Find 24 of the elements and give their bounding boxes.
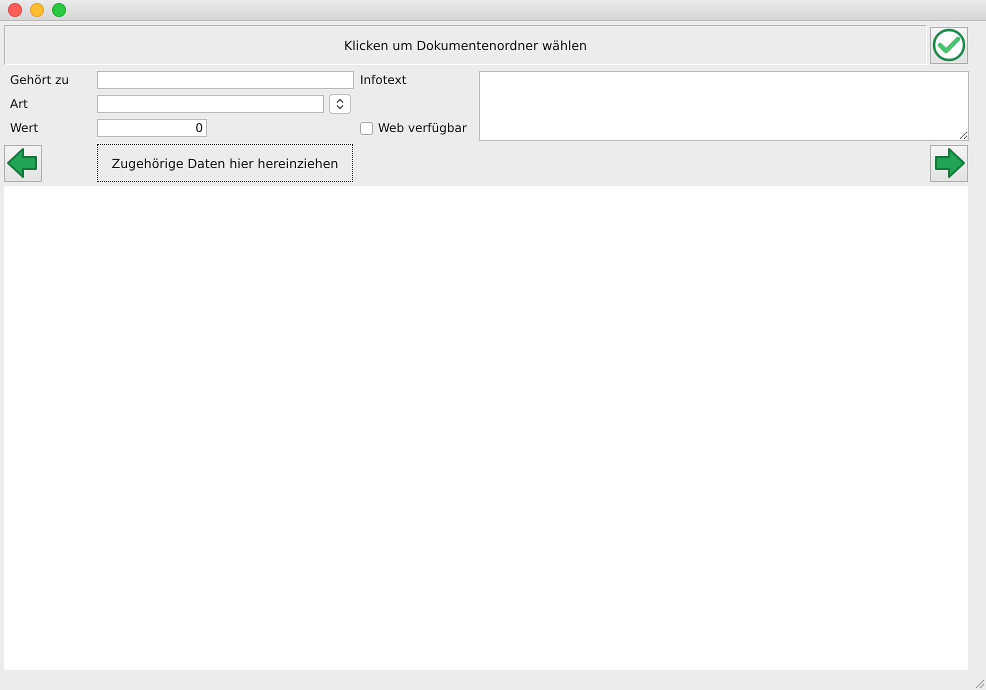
field-label: Art	[9, 97, 29, 111]
next-button[interactable]	[930, 144, 968, 182]
text-field[interactable]	[97, 71, 354, 89]
infotext-field[interactable]	[479, 71, 969, 141]
close-icon[interactable]	[8, 3, 22, 17]
left-arrow-icon	[6, 147, 40, 179]
drop-zone-button[interactable]: Zugehörige Daten hier hereinziehen	[97, 144, 353, 182]
checkmark-icon	[932, 28, 966, 62]
checkbox-label[interactable]: Web verfügbar	[378, 121, 467, 135]
checkbox[interactable]	[360, 122, 373, 134]
folder-button[interactable]: Klicken um Dokumentenordner wählen	[4, 25, 927, 65]
combo-field[interactable]	[97, 95, 324, 113]
field-label: Wert	[9, 121, 40, 135]
chevron-updown-icon	[336, 98, 344, 110]
previous-button[interactable]	[4, 144, 42, 182]
confirm-button[interactable]	[930, 26, 968, 64]
resize-grip-icon	[975, 679, 985, 689]
zoom-icon[interactable]	[52, 3, 66, 17]
stepper-button[interactable]	[329, 94, 351, 114]
infotext-label: Infotext	[360, 73, 408, 87]
number-field[interactable]: 0	[97, 119, 207, 137]
right-arrow-icon	[932, 147, 966, 179]
field-label: Gehört zu	[9, 73, 70, 87]
minimize-icon[interactable]	[30, 3, 44, 17]
